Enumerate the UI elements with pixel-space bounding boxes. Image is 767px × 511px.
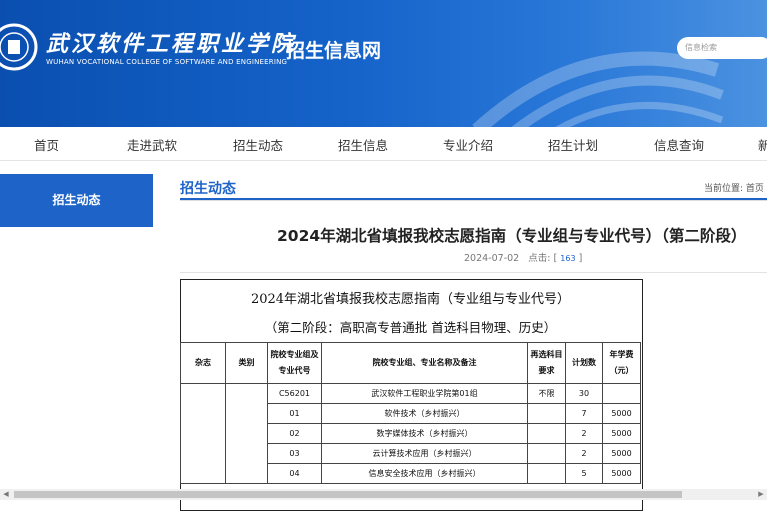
table-cell-code: C56201 (267, 383, 322, 404)
nav-item-home[interactable]: 首页 (34, 135, 59, 154)
school-logo-icon[interactable] (0, 22, 42, 72)
table-cell-name: 云计算技术应用（乡村振兴） (321, 443, 528, 464)
scroll-left-icon[interactable]: ◀ (0, 489, 12, 500)
scroll-right-icon[interactable]: ▶ (755, 489, 767, 500)
table-cell-code: 02 (267, 423, 322, 444)
table-row: C56201 武汉软件工程职业学院第01组 不限 30 (180, 383, 641, 484)
nav-item-new[interactable]: 新 (758, 135, 767, 154)
table-cell-plan: 2 (565, 423, 603, 444)
table-cell-magazine (180, 383, 226, 484)
table-cell-plan: 7 (565, 403, 603, 424)
table-cell-code: 01 (267, 403, 322, 424)
school-name-en: WUHAN VOCATIONAL COLLEGE OF SOFTWARE AND… (46, 58, 288, 66)
table-cell-fee: 5000 (602, 463, 641, 484)
clicks-close: ] (578, 253, 583, 264)
col-header-fee: 年学费（元） (602, 342, 641, 384)
site-title: 招生信息网 (286, 40, 382, 62)
section-title: 招生动态 (180, 181, 236, 197)
table-header-row: 杂志 类别 院校专业组及专业代号 院校专业组、专业名称及备注 再选科目要求 计划… (180, 342, 641, 384)
nav-item-news[interactable]: 招生动态 (233, 135, 283, 154)
clicks-label: 点击: (528, 253, 551, 264)
nav-item-admission-info[interactable]: 招生信息 (338, 135, 388, 154)
document-heading: 2024年湖北省填报我校志愿指南（专业组与专业代号） (250, 292, 571, 307)
table-cell-requirement: 不限 (527, 383, 566, 404)
table-cell-plan: 30 (565, 383, 603, 404)
scrollbar-thumb[interactable] (14, 491, 682, 498)
article-title: 2024年湖北省填报我校志愿指南（专业组与专业代号）（第二阶段） (277, 227, 747, 245)
col-header-category: 类别 (225, 342, 268, 384)
search-input[interactable]: 信息检索 (677, 37, 767, 59)
col-header-requirement: 再选科目要求 (527, 342, 566, 384)
article-meta: 2024-07-02 点击: [ 163 ] (464, 250, 582, 264)
sidebar-item-news[interactable]: 招生动态 (0, 174, 153, 227)
document-subheading: （第二阶段：高职高专普通批 首选科目物理、历史） (264, 320, 557, 335)
nav-item-plan[interactable]: 招生计划 (548, 135, 598, 154)
search-placeholder: 信息检索 (685, 43, 717, 52)
table-cell-code: 03 (267, 443, 322, 464)
table-cell-requirement (527, 463, 566, 484)
nav-item-about[interactable]: 走进武软 (127, 135, 177, 154)
nav-item-majors[interactable]: 专业介绍 (443, 135, 493, 154)
table-cell-name: 武汉软件工程职业学院第01组 (321, 383, 528, 404)
nav-item-query[interactable]: 信息查询 (654, 135, 704, 154)
table-cell-requirement (527, 443, 566, 464)
col-header-magazine: 杂志 (180, 342, 226, 384)
table-cell-fee (602, 383, 641, 404)
clicks-open: [ (553, 253, 558, 264)
article-divider (180, 272, 767, 273)
table-cell-fee: 5000 (602, 423, 641, 444)
table-cell-name: 软件技术（乡村振兴） (321, 403, 528, 424)
section-divider-thin (180, 200, 767, 201)
enrollment-plan-table: 杂志 类别 院校专业组及专业代号 院校专业组、专业名称及备注 再选科目要求 计划… (180, 342, 641, 484)
school-name-cn[interactable]: 武汉软件工程职业学院 (46, 26, 296, 58)
article-date: 2024-07-02 (464, 253, 520, 264)
col-header-name: 院校专业组、专业名称及备注 (321, 342, 528, 384)
table-cell-requirement (527, 403, 566, 424)
horizontal-scrollbar[interactable]: ◀ ▶ (0, 489, 767, 500)
col-header-plan: 计划数 (565, 342, 603, 384)
table-cell-name: 信息安全技术应用（乡村振兴） (321, 463, 528, 484)
table-cell-requirement (527, 423, 566, 444)
breadcrumb[interactable]: 当前位置: 首页 > (704, 181, 767, 194)
table-cell-category (225, 383, 268, 484)
table-cell-plan: 2 (565, 443, 603, 464)
decorative-swirl (472, 51, 724, 127)
table-cell-fee: 5000 (602, 443, 641, 464)
table-cell-name: 数字媒体技术（乡村振兴） (321, 423, 528, 444)
table-cell-plan: 5 (565, 463, 603, 484)
table-cell-code: 04 (267, 463, 322, 484)
click-count: 163 (560, 254, 576, 263)
site-header: 武汉软件工程职业学院 WUHAN VOCATIONAL COLLEGE OF S… (0, 0, 767, 127)
table-cell-fee: 5000 (602, 403, 641, 424)
main-nav: 首页 走进武软 招生动态 招生信息 专业介绍 招生计划 信息查询 新 (0, 127, 767, 161)
col-header-code: 院校专业组及专业代号 (267, 342, 322, 384)
